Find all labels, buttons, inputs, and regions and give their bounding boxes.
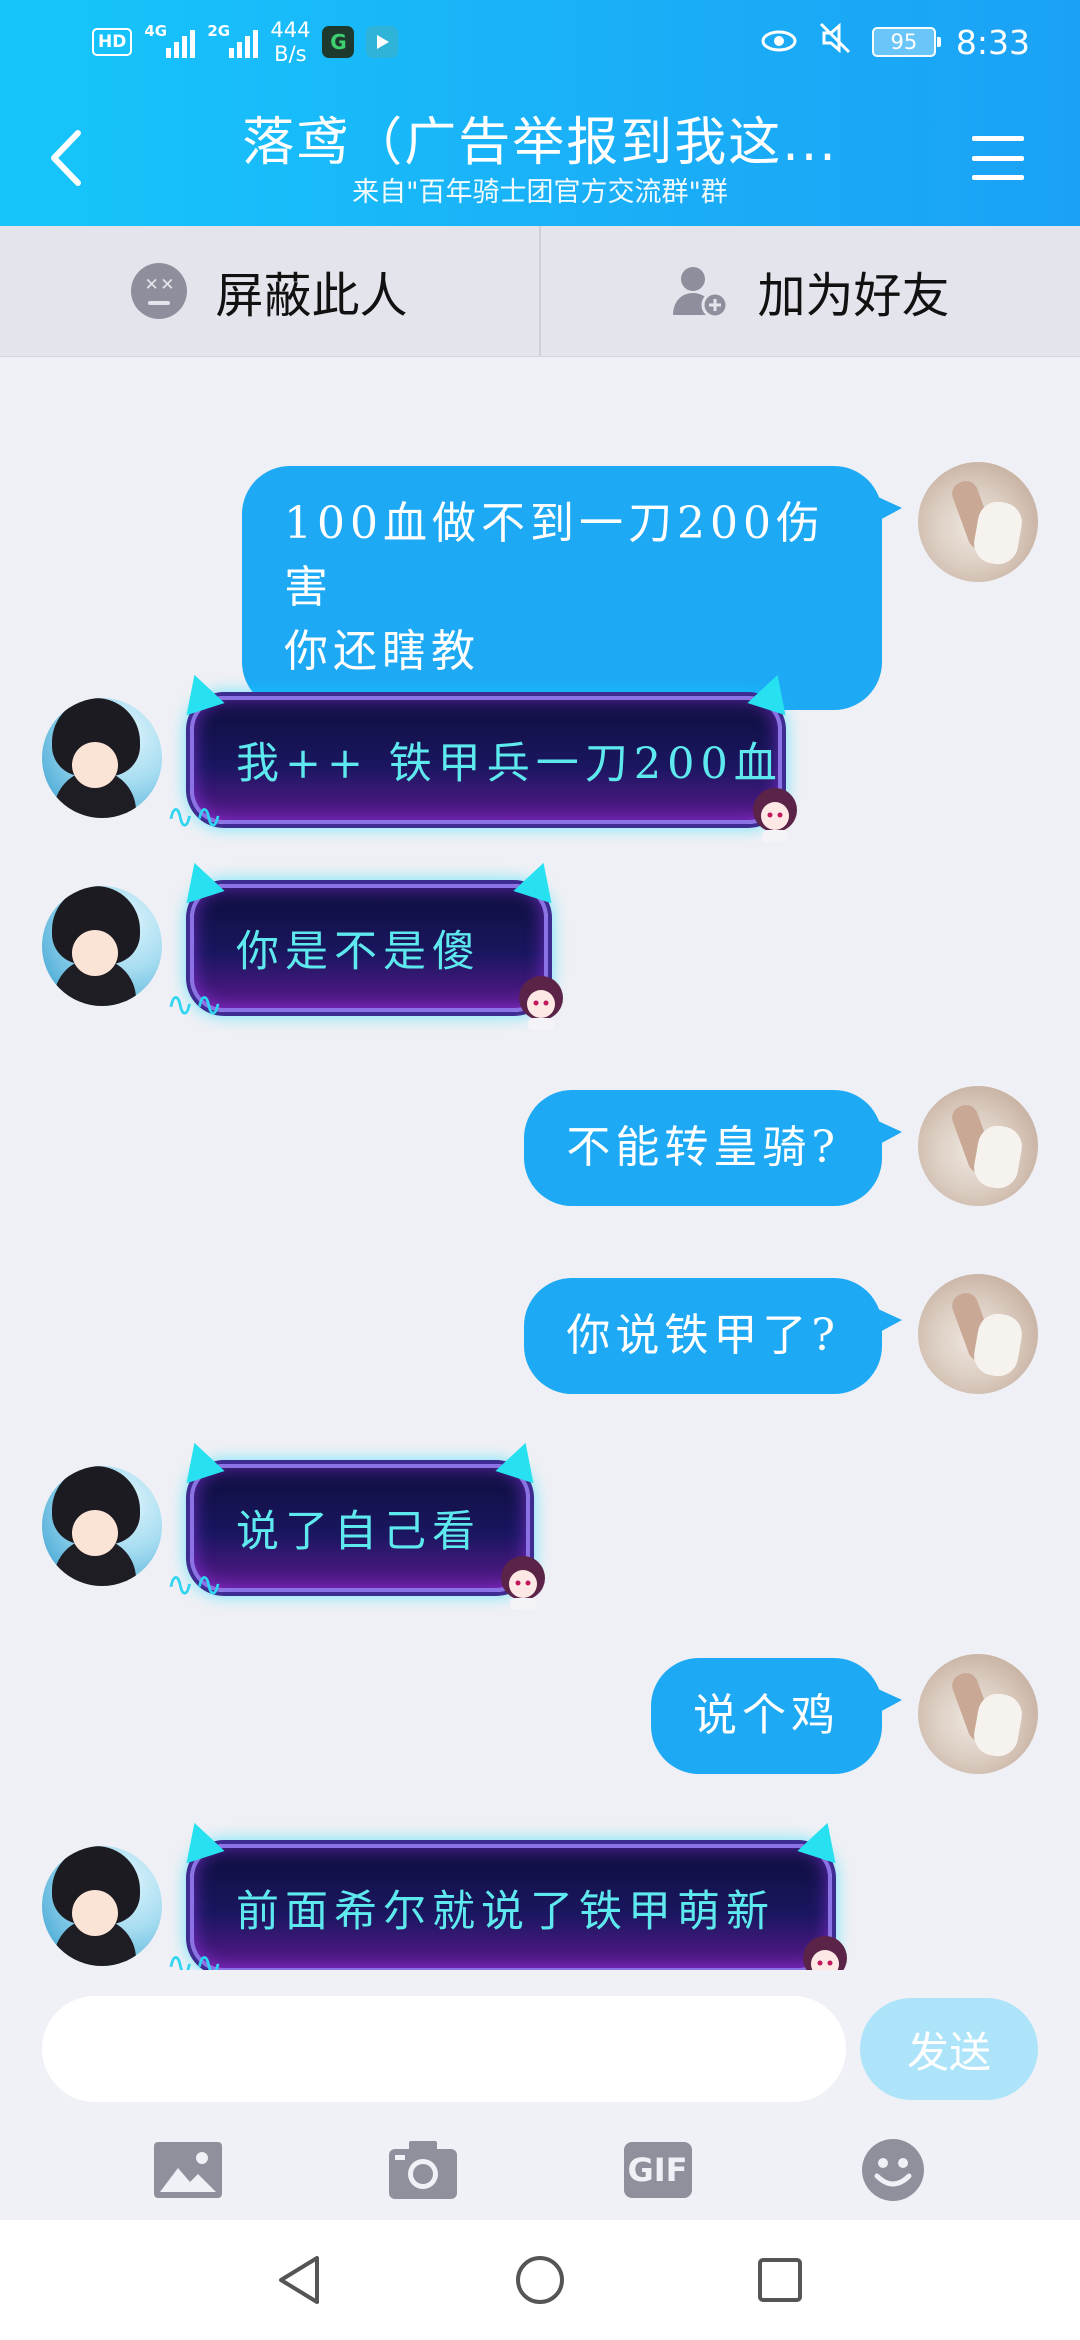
block-user-label: 屏蔽此人 bbox=[215, 268, 408, 324]
add-friend-icon bbox=[673, 267, 729, 319]
status-bar: HD 4G 2G 444 B/s G 95 8:33 bbox=[0, 0, 1080, 84]
chibi-sticker-decoration bbox=[501, 1556, 545, 1610]
signal-icon-2: 2G bbox=[207, 22, 259, 58]
soundwave-decoration: ∿∿ bbox=[166, 1945, 223, 1970]
back-button[interactable] bbox=[36, 118, 96, 198]
composer-toolbar: GIF bbox=[0, 2120, 1080, 2220]
chat-header: HD 4G 2G 444 B/s G 95 8:33 落鸢（广告举报到我这...… bbox=[0, 0, 1080, 226]
sender-avatar[interactable] bbox=[42, 1846, 162, 1966]
menu-button[interactable] bbox=[972, 136, 1024, 180]
stranger-action-bar: 屏蔽此人 加为好友 bbox=[0, 226, 1080, 357]
smiley-icon bbox=[861, 2139, 924, 2201]
my-avatar[interactable] bbox=[918, 1274, 1038, 1394]
soundwave-decoration: ∿∿ bbox=[166, 1565, 223, 1605]
battery-icon: 95 bbox=[871, 27, 941, 57]
gif-button[interactable]: GIF bbox=[620, 2132, 696, 2208]
chat-title: 落鸢（广告举报到我这... bbox=[242, 113, 838, 173]
camera-button[interactable] bbox=[385, 2132, 461, 2208]
camera-icon bbox=[388, 2141, 457, 2199]
block-user-button[interactable]: 屏蔽此人 bbox=[0, 226, 539, 356]
system-navigation-bar bbox=[0, 2220, 1080, 2340]
image-icon bbox=[153, 2142, 222, 2198]
emoji-button[interactable] bbox=[855, 2132, 931, 2208]
network-speed: 444 B/s bbox=[270, 18, 311, 66]
message-bubble-sent[interactable]: 不能转皇骑? bbox=[524, 1090, 902, 1206]
chat-subtitle: 来自"百年骑士团官方交流群"群 bbox=[352, 177, 728, 208]
mute-icon bbox=[818, 21, 852, 63]
message-bubble-sent[interactable]: 100血做不到一刀200伤害 你还瞎教 bbox=[242, 466, 902, 710]
my-avatar[interactable] bbox=[918, 1086, 1038, 1206]
video-app-icon bbox=[366, 26, 399, 58]
message-bubble-received[interactable]: ∿∿ 说了自己看 bbox=[166, 1436, 545, 1610]
chibi-sticker-decoration bbox=[519, 976, 563, 1030]
add-friend-label: 加为好友 bbox=[757, 268, 950, 324]
my-avatar[interactable] bbox=[918, 1654, 1038, 1774]
square-recents-icon bbox=[758, 2258, 802, 2302]
gif-icon: GIF bbox=[623, 2142, 692, 2198]
message-bubble-sent[interactable]: 说个鸡 bbox=[651, 1658, 902, 1774]
nav-recents-button[interactable] bbox=[750, 2250, 810, 2310]
sender-avatar[interactable] bbox=[42, 886, 162, 1006]
message-bubble-received[interactable]: ∿∿ 你是不是傻 bbox=[166, 856, 563, 1030]
signal-icon: 4G bbox=[144, 22, 196, 58]
sender-avatar[interactable] bbox=[42, 1466, 162, 1586]
message-bubble-received[interactable]: ∿∿ 我++ 铁甲兵一刀200血 bbox=[166, 668, 797, 842]
message-bubble-received[interactable]: ∿∿ 前面希尔就说了铁甲萌新 bbox=[166, 1816, 847, 1970]
add-friend-button[interactable]: 加为好友 bbox=[539, 226, 1080, 356]
chat-message-list[interactable]: 100血做不到一刀200伤害 你还瞎教 ∿∿ 我++ 铁甲兵一刀200血 ∿∿ … bbox=[0, 358, 1080, 1970]
clock: 8:33 bbox=[955, 22, 1030, 62]
block-icon bbox=[131, 263, 188, 319]
message-input[interactable] bbox=[42, 1996, 846, 2102]
eye-icon bbox=[760, 23, 798, 62]
nav-home-button[interactable] bbox=[510, 2250, 570, 2310]
message-composer: 发送 GIF bbox=[0, 1970, 1080, 2220]
chevron-left-icon bbox=[51, 130, 81, 186]
message-bubble-sent[interactable]: 你说铁甲了? bbox=[524, 1278, 902, 1394]
chibi-sticker-decoration bbox=[753, 788, 797, 842]
send-button[interactable]: 发送 bbox=[860, 1998, 1038, 2100]
chat-title-area[interactable]: 落鸢（广告举报到我这... 来自"百年骑士团官方交流群"群 bbox=[150, 110, 930, 210]
hd-indicator: HD bbox=[92, 28, 133, 56]
nav-back-button[interactable] bbox=[270, 2250, 330, 2310]
menu-icon bbox=[972, 136, 1024, 141]
image-button[interactable] bbox=[150, 2132, 226, 2208]
soundwave-decoration: ∿∿ bbox=[166, 985, 223, 1025]
triangle-back-icon bbox=[279, 2256, 319, 2304]
app-notification-icon: G bbox=[322, 26, 355, 58]
circle-home-icon bbox=[516, 2256, 564, 2304]
my-avatar[interactable] bbox=[918, 462, 1038, 582]
chibi-sticker-decoration bbox=[803, 1936, 847, 1970]
sender-avatar[interactable] bbox=[42, 698, 162, 818]
soundwave-decoration: ∿∿ bbox=[166, 797, 223, 837]
